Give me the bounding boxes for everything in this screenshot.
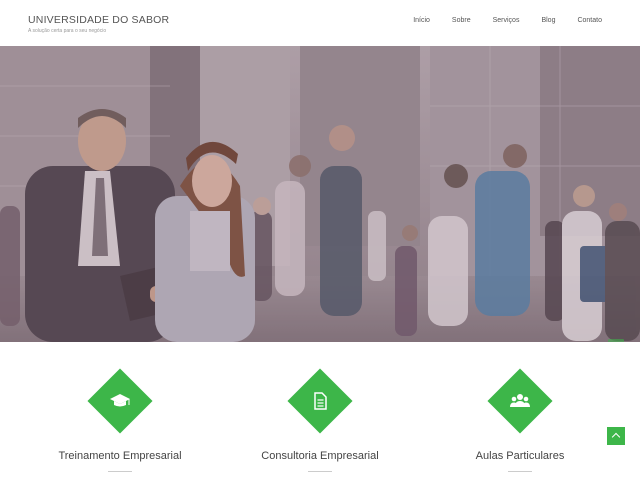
hero-banner [0,46,640,342]
group-icon [510,394,530,407]
service-divider [108,471,132,472]
nav-item-blog[interactable]: Blog [541,16,555,26]
service-divider [508,471,532,472]
document-icon [314,392,327,410]
brand[interactable]: UNIVERSIDADE DO SABOR A solução certa pa… [28,14,169,35]
graduation-cap-icon [110,394,130,407]
site-title[interactable]: UNIVERSIDADE DO SABOR [28,14,169,26]
nav-item-servicos[interactable]: Serviços [493,16,520,26]
site-header: UNIVERSIDADE DO SABOR A solução certa pa… [0,0,640,46]
nav-item-inicio[interactable]: Início [413,16,430,26]
back-to-top-button[interactable] [607,427,625,445]
service-title: Consultoria Empresarial [261,450,379,462]
nav-item-sobre[interactable]: Sobre [452,16,471,26]
service-title: Treinamento Empresarial [58,450,182,462]
service-divider [308,471,332,472]
main-nav: Início Sobre Serviços Blog Contato [413,16,602,26]
service-title: Aulas Particulares [475,450,565,462]
nav-item-contato[interactable]: Contato [577,16,602,26]
site-tagline: A solução certa para o seu negócio [28,28,107,34]
hero-image [0,46,640,342]
services-section: Treinamento Empresarial Consultoria Empr… [0,342,640,480]
